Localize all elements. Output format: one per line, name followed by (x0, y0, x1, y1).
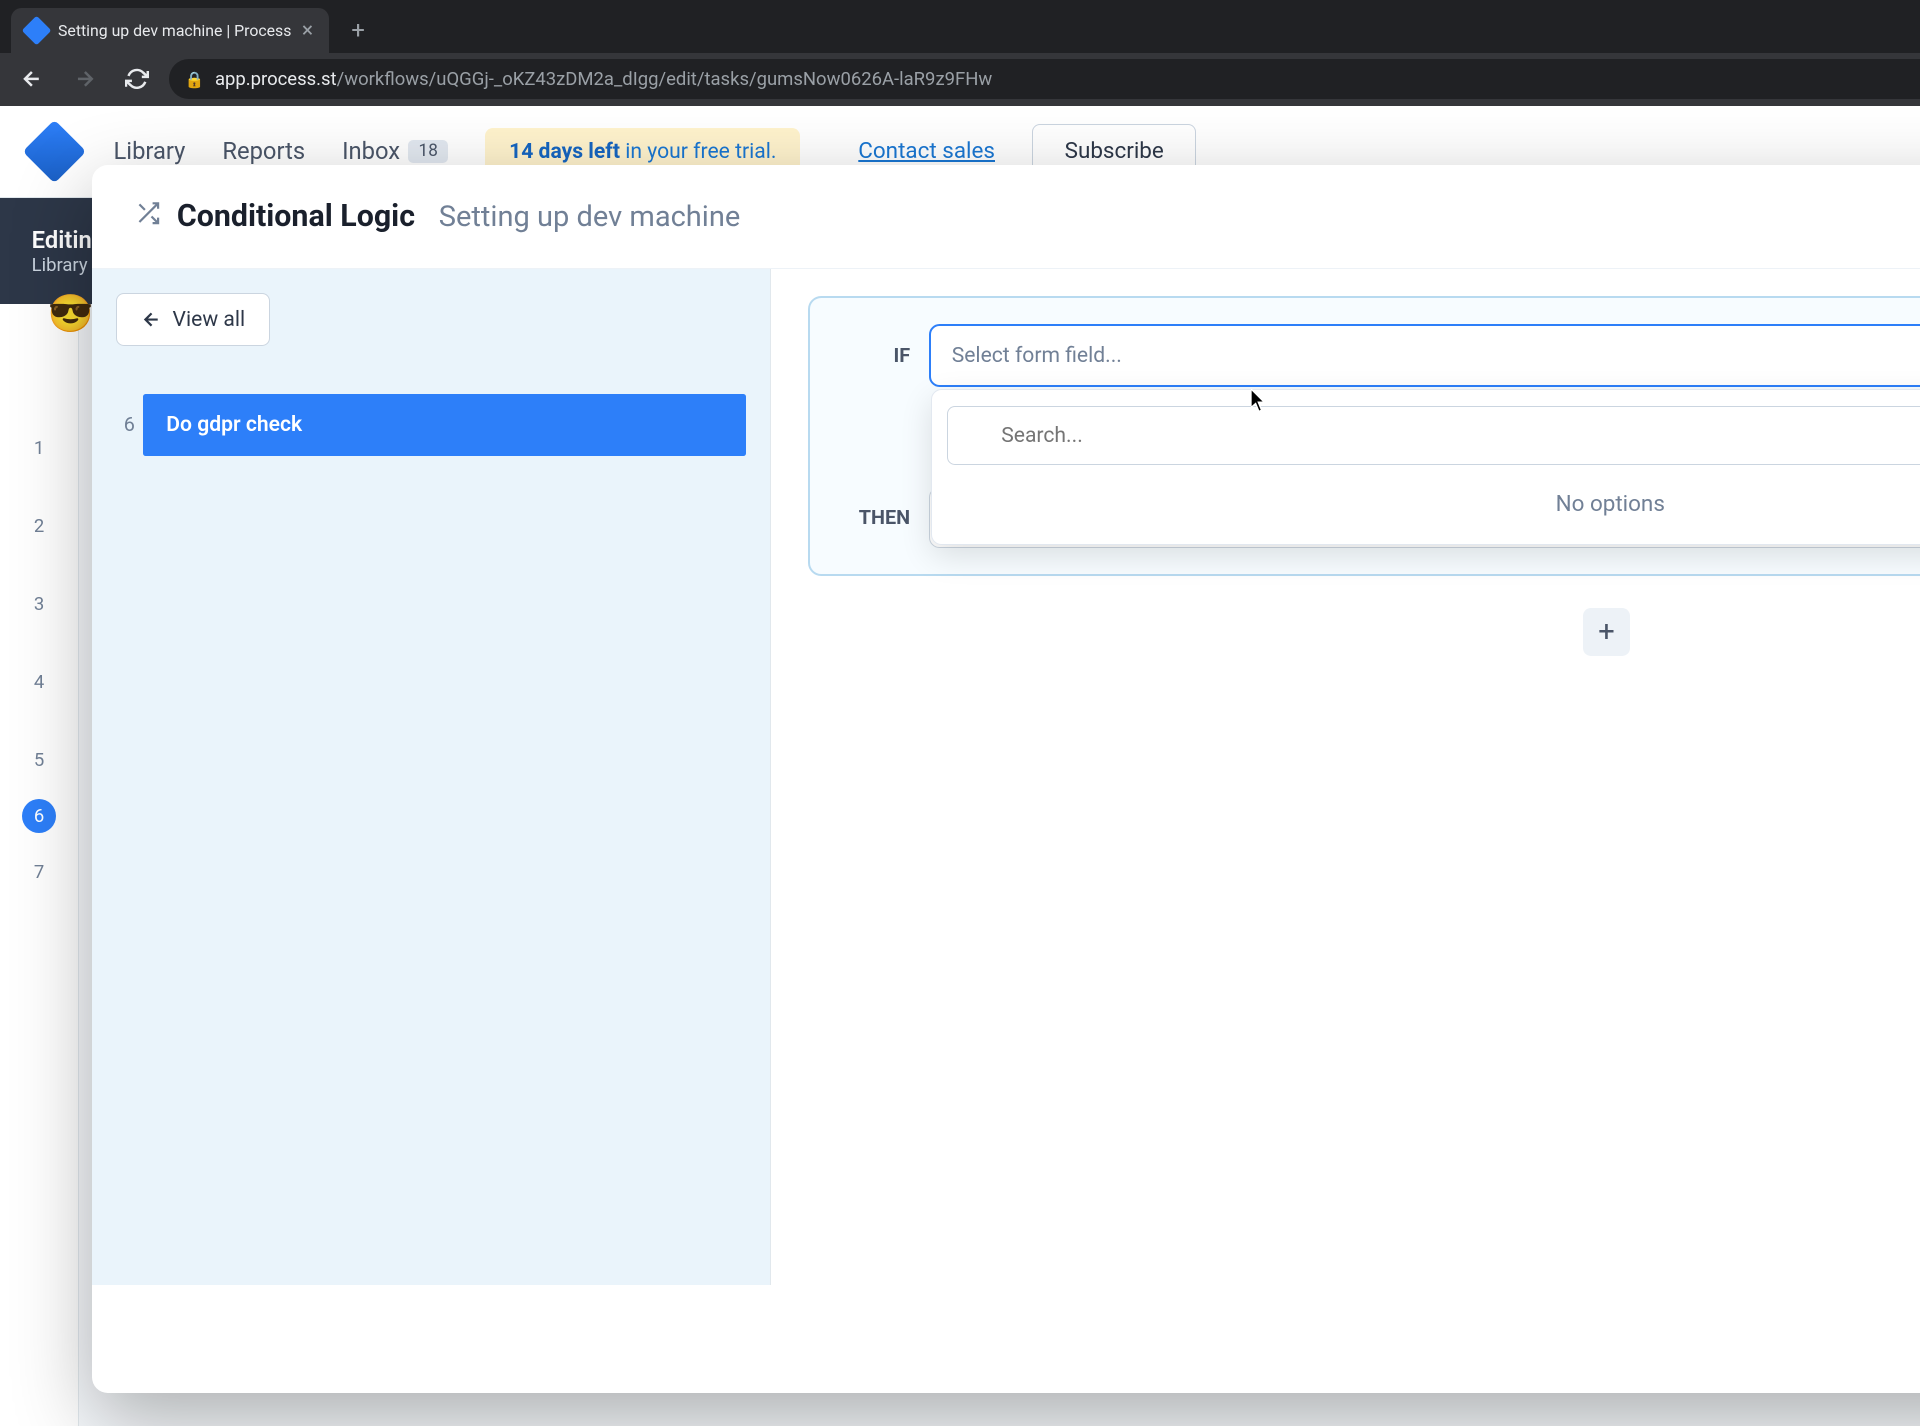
task-list-background: 😎 1 2 3 4 5 6 7 (0, 304, 79, 1426)
inbox-count-badge: 18 (408, 140, 448, 163)
nav-reports[interactable]: Reports (222, 137, 305, 165)
task-num: 1 (0, 409, 78, 487)
then-label: THEN (847, 506, 910, 529)
task-num-active: 6 (22, 799, 56, 833)
view-all-button[interactable]: View all (116, 293, 270, 346)
lock-icon: 🔒 (185, 70, 205, 89)
form-field-select[interactable]: Select form field... No options (929, 324, 1920, 387)
tab-close-icon[interactable]: × (302, 18, 313, 43)
trial-rest: in your free trial. (620, 139, 776, 164)
modal-main: IF Select form field... No options (771, 269, 1920, 1285)
browser-chrome: Setting up dev machine | Process × + ⌄ ─… (0, 0, 1920, 53)
modal-footer: Cancel Save (92, 1285, 1920, 1392)
new-tab-button[interactable]: + (340, 12, 377, 49)
favicon-icon (22, 15, 52, 45)
address-bar[interactable]: 🔒 app.process.st/workflows/uQGGj-_oKZ43z… (169, 59, 1920, 99)
trial-days: 14 days left (509, 139, 620, 164)
forward-button[interactable] (63, 58, 105, 100)
nav-library[interactable]: Library (114, 137, 186, 165)
task-num: 3 (0, 565, 78, 643)
rule-name: Do gdpr check (143, 394, 747, 456)
arrow-left-icon (141, 309, 162, 330)
address-bar-row: 🔒 app.process.st/workflows/uQGGj-_oKZ43z… (0, 53, 1920, 106)
modal-title: Conditional Logic (177, 199, 415, 234)
conditional-logic-modal: Conditional Logic Setting up dev machine… (92, 165, 1920, 1393)
if-label: IF (847, 344, 910, 367)
view-all-label: View all (173, 307, 246, 332)
task-num: 7 (0, 833, 78, 911)
browser-tab[interactable]: Setting up dev machine | Process × (11, 8, 329, 53)
rule-number: 6 (116, 394, 142, 456)
nav-inbox[interactable]: Inbox 18 (342, 137, 448, 165)
field-select-placeholder: Select form field... (952, 343, 1122, 368)
task-num: 5 (0, 721, 78, 799)
tab-strip: Setting up dev machine | Process × + (0, 0, 377, 53)
task-num: 2 (0, 487, 78, 565)
reload-button[interactable] (116, 58, 158, 100)
tab-title: Setting up dev machine | Process (58, 21, 291, 40)
contact-sales-link[interactable]: Contact sales (858, 138, 995, 164)
nav-inbox-label: Inbox (342, 137, 400, 165)
no-options-text: No options (947, 465, 1920, 528)
task-num: 4 (0, 643, 78, 721)
if-row: IF Select form field... No options (847, 324, 1920, 387)
emoji-icon: 😎 (48, 293, 94, 336)
modal-subtitle: Setting up dev machine (439, 200, 741, 234)
url-text: app.process.st/workflows/uQGGj-_oKZ43zDM… (215, 68, 992, 90)
modal-body: View all 6 Do gdpr check IF Select form … (92, 269, 1920, 1285)
condition-card: IF Select form field... No options (808, 296, 1920, 577)
rule-item[interactable]: 6 Do gdpr check (116, 394, 746, 456)
modal-sidebar: View all 6 Do gdpr check (92, 269, 770, 1285)
field-dropdown-panel: No options (931, 389, 1920, 544)
modal-header: Conditional Logic Setting up dev machine… (92, 165, 1920, 269)
app-logo-icon[interactable] (22, 120, 85, 183)
shuffle-icon (135, 200, 161, 232)
field-search-input[interactable] (947, 406, 1920, 465)
back-button[interactable] (11, 58, 53, 100)
add-rule-button[interactable]: + (1583, 608, 1631, 656)
